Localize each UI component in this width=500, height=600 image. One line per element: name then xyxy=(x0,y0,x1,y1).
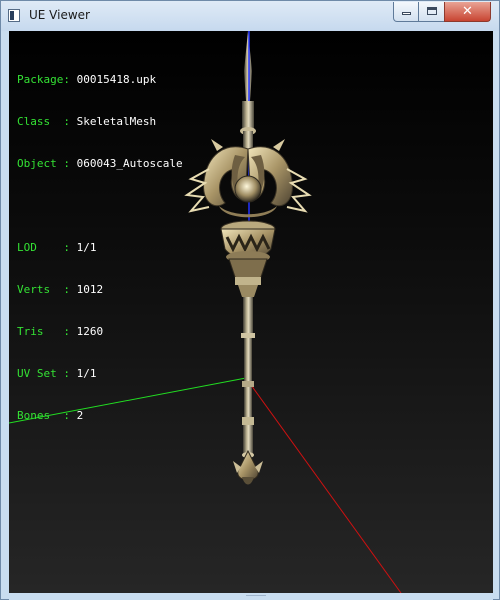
info-row-uvset: UV Set : 1/1 xyxy=(17,367,183,381)
maximize-button[interactable] xyxy=(418,2,445,22)
info-row-object: Object : 060043_Autoscale xyxy=(17,157,183,171)
info-value: 1012 xyxy=(76,283,104,296)
info-value: 1260 xyxy=(76,325,104,338)
close-icon: ✕ xyxy=(462,4,473,19)
info-row-bones: Bones : 2 xyxy=(17,409,183,423)
info-value: SkeletalMesh xyxy=(76,115,157,128)
info-key: Object : xyxy=(17,157,70,170)
title-bar[interactable]: UE Viewer ✕ xyxy=(1,1,499,31)
mace-head-ornament xyxy=(184,139,312,218)
info-value: 2 xyxy=(76,409,84,422)
minimize-button[interactable] xyxy=(393,2,419,22)
app-window: UE Viewer ✕ Package: 00015418.upk Class … xyxy=(0,0,500,600)
info-key: Class : xyxy=(17,115,70,128)
mesh-info-overlay: Package: 00015418.upk Class : SkeletalMe… xyxy=(17,45,183,451)
app-icon xyxy=(8,9,20,22)
info-value: 00015418.upk xyxy=(76,73,157,86)
maximize-icon xyxy=(427,7,437,15)
info-key: Bones : xyxy=(17,409,70,422)
info-value: 1/1 xyxy=(76,241,97,254)
info-key: Package: xyxy=(17,73,70,86)
info-row-class: Class : SkeletalMesh xyxy=(17,115,183,129)
mace-pommel xyxy=(233,449,263,485)
info-value: 1/1 xyxy=(76,367,97,380)
info-value: 060043_Autoscale xyxy=(76,157,183,170)
close-button[interactable]: ✕ xyxy=(444,2,491,22)
minimize-icon xyxy=(402,12,411,15)
info-key: UV Set : xyxy=(17,367,70,380)
info-key: Verts : xyxy=(17,283,70,296)
3d-viewport[interactable]: Package: 00015418.upk Class : SkeletalMe… xyxy=(9,31,493,593)
mace-tip xyxy=(244,31,252,101)
info-row-verts: Verts : 1012 xyxy=(17,283,183,297)
info-key: Tris : xyxy=(17,325,70,338)
mace-crown xyxy=(220,220,276,297)
info-row-tris: Tris : 1260 xyxy=(17,325,183,339)
x-axis-line xyxy=(245,377,402,593)
resize-grip-icon[interactable] xyxy=(246,595,266,599)
info-row-lod: LOD : 1/1 xyxy=(17,241,183,255)
window-title: UE Viewer xyxy=(29,8,90,22)
info-key: LOD : xyxy=(17,241,70,254)
mace-shaft xyxy=(241,297,255,458)
info-row-package: Package: 00015418.upk xyxy=(17,73,183,87)
